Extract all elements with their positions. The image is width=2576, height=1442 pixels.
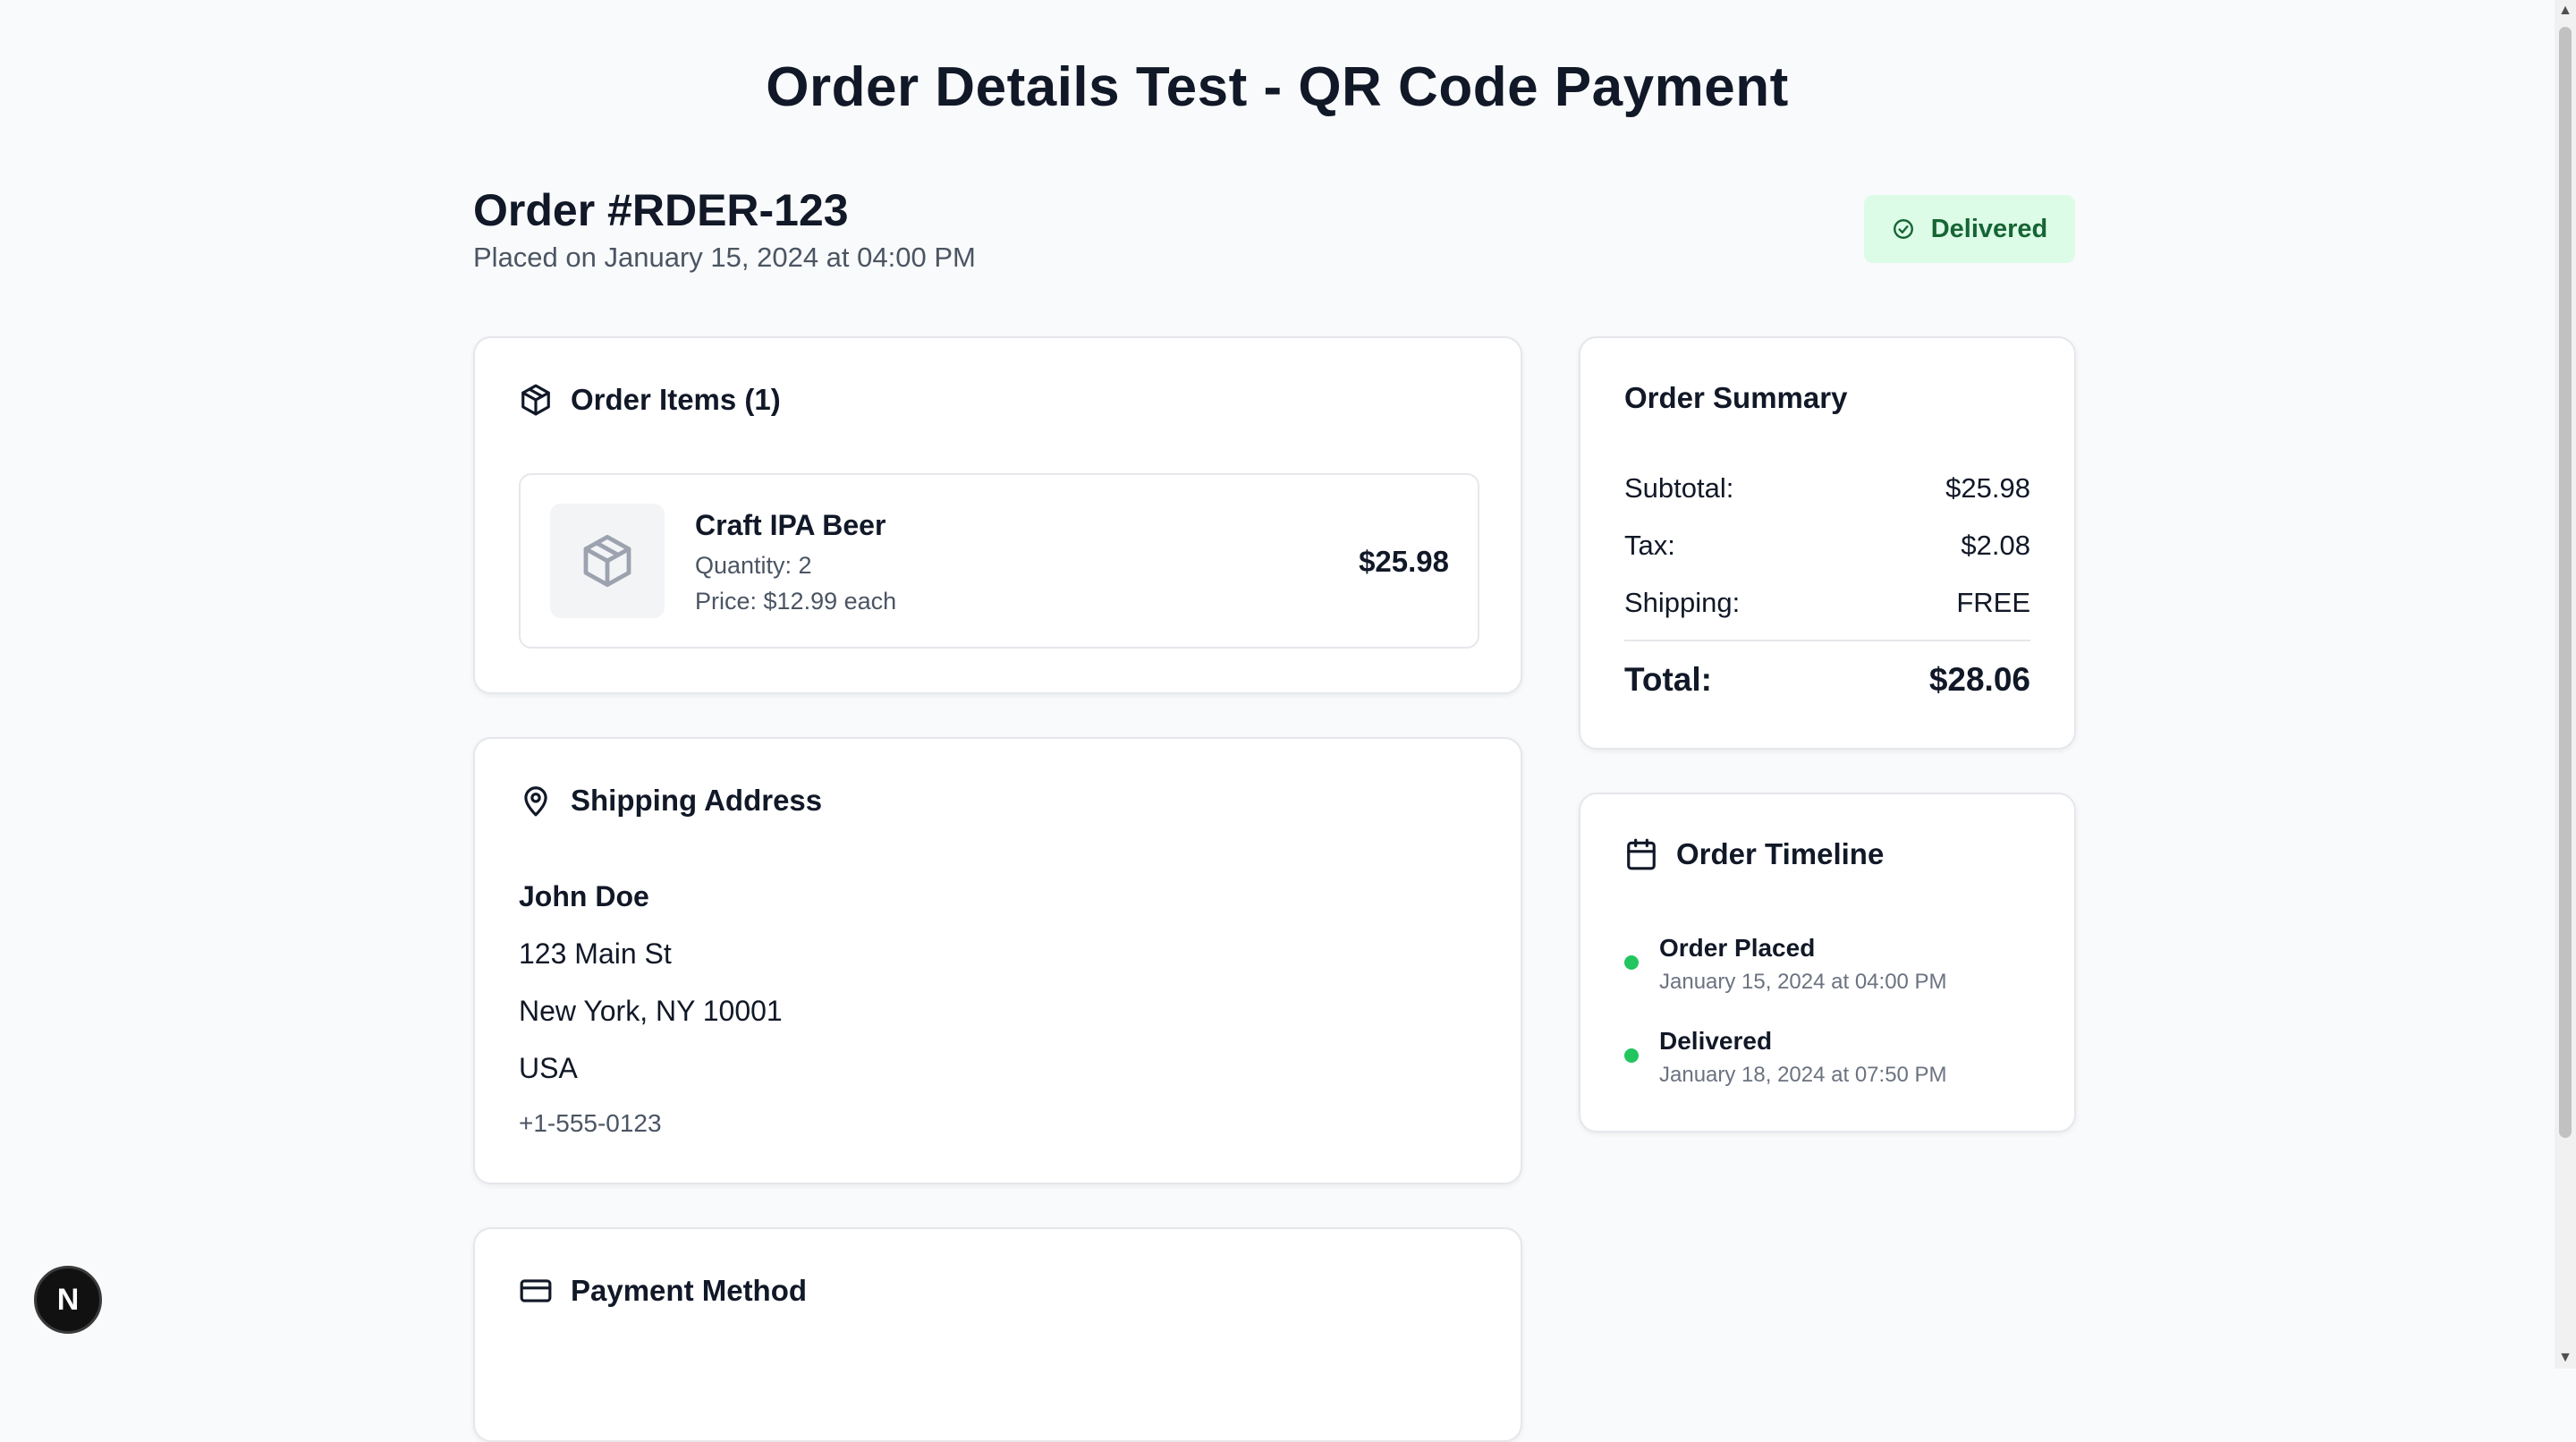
recipient-name: John Doe bbox=[519, 880, 649, 912]
page-title: Order Details Test - QR Code Payment bbox=[766, 56, 1789, 118]
timeline-event-date: January 18, 2024 at 07:50 PM bbox=[1659, 1063, 1947, 1087]
calendar-icon bbox=[1627, 838, 1656, 870]
total-value: $28.06 bbox=[1928, 661, 2030, 698]
summary-row-subtotal: Subtotal: $25.98 bbox=[1624, 472, 2030, 505]
shipping-title: Shipping Address bbox=[571, 784, 823, 817]
item-quantity: Quantity: 2 bbox=[695, 552, 812, 579]
address-city: New York, NY 10001 bbox=[519, 995, 783, 1027]
map-pin-icon bbox=[524, 786, 547, 817]
payment-header: Payment Method bbox=[519, 1274, 807, 1308]
list-item[interactable]: Craft IPA Beer Quantity: 2 Price: $12.99… bbox=[519, 473, 1479, 649]
check-circle-icon bbox=[1893, 219, 1913, 239]
item-total: $25.98 bbox=[1359, 545, 1449, 578]
payment-method-card: Payment Method bbox=[473, 1227, 1522, 1442]
timeline-event-title: Delivered bbox=[1659, 1027, 1773, 1055]
order-header: Order #RDER-123 Placed on January 15, 20… bbox=[473, 181, 976, 274]
address-street: 123 Main St bbox=[519, 937, 672, 970]
credit-card-icon bbox=[520, 1279, 552, 1302]
timeline-dot bbox=[1624, 1048, 1639, 1063]
item-name: Craft IPA Beer bbox=[695, 509, 886, 541]
summary-row-tax: Tax: $2.08 bbox=[1624, 530, 2030, 562]
address-country: USA bbox=[519, 1052, 578, 1084]
timeline-title: Order Timeline bbox=[1676, 837, 1885, 870]
summary-value: FREE bbox=[1956, 587, 2030, 618]
scrollbar-thumb[interactable] bbox=[2559, 27, 2572, 1138]
summary-label: Tax: bbox=[1624, 530, 1675, 561]
payment-title: Payment Method bbox=[571, 1274, 808, 1307]
status-label: Delivered bbox=[1930, 214, 2048, 243]
timeline-dot bbox=[1624, 955, 1639, 970]
shipping-address-card: Shipping Address John Doe 123 Main St Ne… bbox=[473, 737, 1522, 1184]
timeline-event-date: January 15, 2024 at 04:00 PM bbox=[1659, 970, 1947, 994]
scroll-up-arrow-icon[interactable]: ▲ bbox=[2555, 0, 2576, 21]
package-icon bbox=[521, 384, 550, 416]
summary-divider bbox=[1624, 640, 2030, 641]
order-items-card: Order Items (1) Craft IPA Beer Quantity:… bbox=[473, 336, 1522, 694]
shipping-header: Shipping Address bbox=[519, 784, 822, 818]
order-items-title: Order Items (1) bbox=[571, 383, 781, 416]
timeline-header: Order Timeline bbox=[1624, 837, 1884, 871]
status-badge: Delivered bbox=[1864, 195, 2075, 263]
order-summary-card: Order Summary Subtotal: $25.98 Tax: $2.0… bbox=[1579, 336, 2076, 750]
summary-label: Subtotal: bbox=[1624, 472, 1734, 504]
summary-row-shipping: Shipping: FREE bbox=[1624, 587, 2030, 619]
order-date: Placed on January 15, 2024 at 04:00 PM bbox=[473, 242, 976, 273]
summary-label: Shipping: bbox=[1624, 587, 1741, 618]
timeline-event-title: Order Placed bbox=[1659, 934, 1816, 962]
vertical-scrollbar[interactable]: ▲ ▼ bbox=[2555, 0, 2576, 1369]
order-items-header: Order Items (1) bbox=[519, 383, 781, 417]
package-icon bbox=[583, 534, 631, 588]
summary-row-total: Total: $28.06 bbox=[1624, 661, 2030, 699]
address-phone: +1-555-0123 bbox=[519, 1109, 662, 1137]
total-label: Total: bbox=[1624, 661, 1712, 698]
dev-tools-button[interactable]: N bbox=[34, 1266, 102, 1334]
summary-value: $25.98 bbox=[1945, 472, 2030, 504]
order-number: Order #RDER-123 bbox=[473, 185, 849, 235]
summary-title: Order Summary bbox=[1624, 381, 1848, 414]
order-timeline-card: Order Timeline Order Placed January 15, … bbox=[1579, 793, 2076, 1132]
product-image-placeholder bbox=[550, 504, 665, 618]
summary-value: $2.08 bbox=[1961, 530, 2030, 561]
scroll-down-arrow-icon[interactable]: ▼ bbox=[2555, 1347, 2576, 1369]
item-unit-price: Price: $12.99 each bbox=[695, 588, 897, 615]
dev-tools-letter: N bbox=[56, 1282, 80, 1317]
